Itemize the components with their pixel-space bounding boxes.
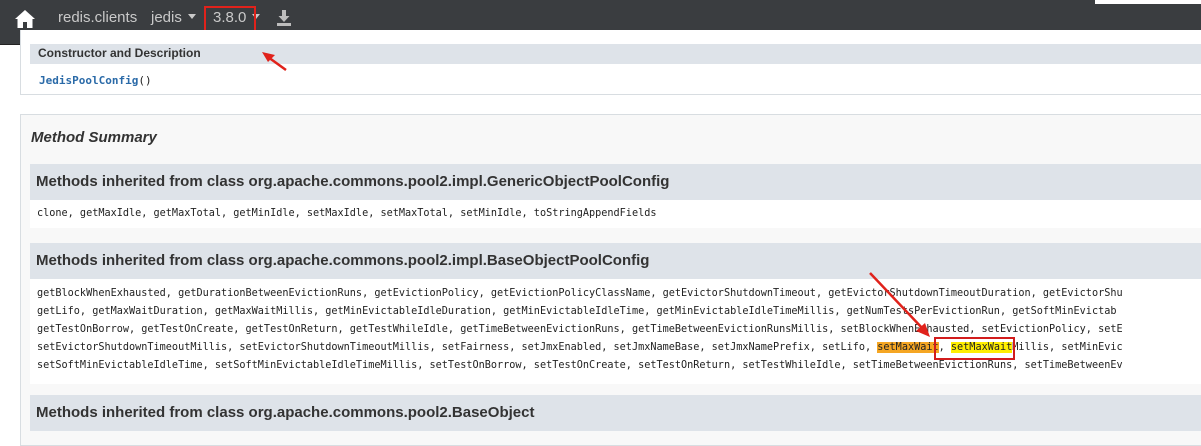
home-icon[interactable] [14,9,36,29]
method-list-text: setEvictorShutdownTimeoutMillis, setEvic… [37,342,878,353]
constructor-params: () [138,74,152,87]
section-header-baseobjectpoolconfig: Methods inherited from class org.apache.… [30,243,1201,279]
inherited-methods-line: getLifo, getMaxWaitDuration, getMaxWaitM… [37,306,1117,317]
section-header-baseobject: Methods inherited from class org.apache.… [30,395,1201,431]
method-summary-title: Method Summary [31,129,157,146]
download-icon[interactable] [277,10,291,26]
group-link[interactable]: redis.clients [58,9,137,27]
version-annotation-box [204,6,256,32]
setmaxwait-highlight[interactable]: setMaxWait [877,342,939,353]
method-list-text: Millis, setMinEvic [1012,342,1123,353]
navbar-edge-strip [1095,0,1201,4]
inherited-methods-line: clone, getMaxIdle, getMaxTotal, getMinId… [37,208,657,219]
constructor-row: JedisPoolConfig() [39,73,152,89]
chevron-down-icon [187,13,196,19]
artifact-label: jedis [151,9,182,26]
inherited-methods-line: getBlockWhenExhausted, getDurationBetwee… [37,288,1123,299]
setmaxwait-annotation-box [934,337,1015,360]
constructor-link[interactable]: JedisPoolConfig [39,74,138,87]
constructor-table-header: Constructor and Description [30,44,1201,64]
section-header-genericobjectpoolconfig: Methods inherited from class org.apache.… [30,164,1201,200]
artifact-dropdown[interactable]: jedis [151,9,196,27]
